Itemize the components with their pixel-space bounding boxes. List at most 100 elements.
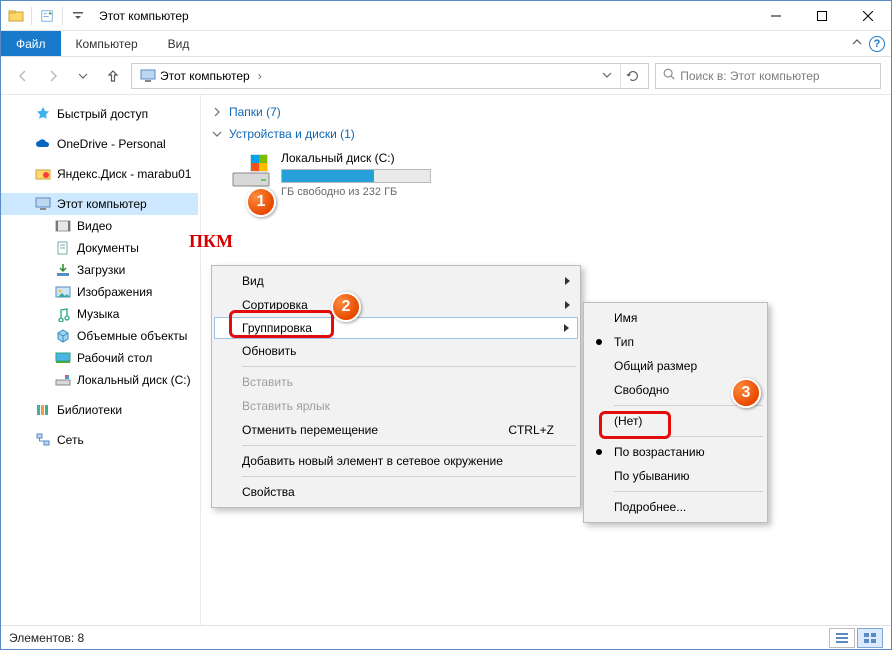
sidebar-item-yandex-disk[interactable]: Яндекс.Диск - marabu01 <box>1 163 198 185</box>
downloads-icon <box>55 262 71 278</box>
group-header-folders[interactable]: Папки (7) <box>211 101 881 123</box>
up-button[interactable] <box>101 64 125 88</box>
sidebar-item-downloads[interactable]: Загрузки <box>1 259 198 281</box>
ctx-item-properties[interactable]: Свойства <box>214 480 578 504</box>
ribbon: Файл Компьютер Вид ? <box>1 31 891 57</box>
separator <box>614 405 763 406</box>
chevron-right-icon <box>211 107 223 117</box>
ctx-item-add-network-location[interactable]: Добавить новый элемент в сетевое окружен… <box>214 449 578 473</box>
submenu-arrow-icon <box>565 301 570 309</box>
sidebar-label: Библиотеки <box>57 403 122 417</box>
group-label: Папки (7) <box>229 105 281 119</box>
view-mode-toggle <box>829 628 883 648</box>
address-bar[interactable]: Этот компьютер › <box>131 63 649 89</box>
shortcut-label: CTRL+Z <box>508 423 554 437</box>
radio-bullet-icon <box>596 449 602 455</box>
sidebar-item-quick-access[interactable]: Быстрый доступ <box>1 103 198 125</box>
ctx2-item-descending[interactable]: По убыванию <box>586 464 765 488</box>
sidebar-item-this-pc[interactable]: Этот компьютер <box>1 193 198 215</box>
ctx-item-refresh[interactable]: Обновить <box>214 339 578 363</box>
ctx2-item-type[interactable]: Тип <box>586 330 765 354</box>
refresh-icon[interactable] <box>620 64 644 88</box>
sidebar-item-3d-objects[interactable]: Объемные объекты <box>1 325 198 347</box>
sidebar-label: Изображения <box>77 285 152 299</box>
ctx-item-undo-move[interactable]: Отменить перемещениеCTRL+Z <box>214 418 578 442</box>
window-title: Этот компьютер <box>99 9 189 23</box>
close-button[interactable] <box>845 1 891 31</box>
forward-button[interactable] <box>41 64 65 88</box>
maximize-button[interactable] <box>799 1 845 31</box>
minimize-button[interactable] <box>753 1 799 31</box>
help-icon[interactable]: ? <box>869 36 885 52</box>
ctx-item-group[interactable]: Группировка <box>214 317 578 339</box>
sidebar-item-pictures[interactable]: Изображения <box>1 281 198 303</box>
network-icon <box>35 432 51 448</box>
sidebar-item-onedrive[interactable]: OneDrive - Personal <box>1 133 198 155</box>
ribbon-tab-computer[interactable]: Компьютер <box>61 31 153 56</box>
separator <box>614 491 763 492</box>
status-bar: Элементов: 8 <box>1 625 891 649</box>
ctx2-item-none[interactable]: (Нет) <box>586 409 765 433</box>
sidebar-label: OneDrive - Personal <box>57 137 166 151</box>
search-box[interactable]: Поиск в: Этот компьютер <box>655 63 881 89</box>
separator <box>242 476 576 477</box>
documents-icon <box>55 240 71 256</box>
qat-dropdown-icon[interactable] <box>69 5 87 27</box>
separator <box>62 7 63 25</box>
separator <box>614 436 763 437</box>
address-segment-label: Этот компьютер <box>160 69 250 83</box>
submenu-arrow-icon <box>565 277 570 285</box>
sidebar-item-desktop[interactable]: Рабочий стол <box>1 347 198 369</box>
separator <box>242 366 576 367</box>
desktop-icon <box>55 350 71 366</box>
address-dropdown-icon[interactable] <box>596 69 618 83</box>
ctx2-item-more[interactable]: Подробнее... <box>586 495 765 519</box>
yandex-disk-icon <box>35 166 51 182</box>
ribbon-tab-view[interactable]: Вид <box>153 31 205 56</box>
content-area[interactable]: Папки (7) Устройства и диски (1) <box>201 95 891 625</box>
navigation-row: Этот компьютер › Поиск в: Этот компьютер <box>1 57 891 95</box>
ctx2-item-total-size[interactable]: Общий размер <box>586 354 765 378</box>
quick-access-toolbar <box>1 5 87 27</box>
sidebar-label: Видео <box>77 219 112 233</box>
ctx2-item-ascending[interactable]: По возрастанию <box>586 440 765 464</box>
chevron-down-icon <box>211 129 223 139</box>
status-item-count: Элементов: 8 <box>9 631 84 645</box>
breadcrumb-separator-icon[interactable]: › <box>256 69 264 83</box>
ribbon-collapse-icon[interactable] <box>851 36 863 51</box>
sidebar-label: Быстрый доступ <box>57 107 148 121</box>
sidebar-label: Загрузки <box>77 263 125 277</box>
sidebar-item-music[interactable]: Музыка <box>1 303 198 325</box>
submenu-arrow-icon <box>564 324 569 332</box>
group-header-devices[interactable]: Устройства и диски (1) <box>211 123 881 145</box>
sidebar-item-libraries[interactable]: Библиотеки <box>1 399 198 421</box>
sidebar-item-documents[interactable]: Документы <box>1 237 198 259</box>
drive-tile-c[interactable]: Локальный диск (C:) ГБ свободно из 232 Г… <box>231 151 461 198</box>
sidebar-label: Объемные объекты <box>77 329 187 343</box>
sidebar-item-local-disk-c[interactable]: Локальный диск (C:) <box>1 369 198 391</box>
sidebar-label: Этот компьютер <box>57 197 147 211</box>
ctx-item-paste-shortcut: Вставить ярлык <box>214 394 578 418</box>
radio-bullet-icon <box>596 339 602 345</box>
ctx-item-view[interactable]: Вид <box>214 269 578 293</box>
context-menu-main: Вид Сортировка Группировка Обновить Вста… <box>211 265 581 508</box>
recent-dropdown-icon[interactable] <box>71 64 95 88</box>
sidebar-item-videos[interactable]: Видео <box>1 215 198 237</box>
sidebar-label: Документы <box>77 241 139 255</box>
cube-icon <box>55 328 71 344</box>
ctx2-item-free-space[interactable]: Свободно <box>586 378 765 402</box>
navigation-pane: Быстрый доступ OneDrive - Personal Яндек… <box>1 95 201 625</box>
address-segment-thispc[interactable]: Этот компьютер <box>136 64 254 88</box>
view-tiles-button[interactable] <box>857 628 883 648</box>
ribbon-tab-file[interactable]: Файл <box>1 31 61 56</box>
ctx-item-sort[interactable]: Сортировка <box>214 293 578 317</box>
sidebar-label: Яндекс.Диск - marabu01 <box>57 167 191 181</box>
sidebar-item-network[interactable]: Сеть <box>1 429 198 451</box>
properties-qat-icon[interactable] <box>38 5 56 27</box>
music-icon <box>55 306 71 322</box>
view-details-button[interactable] <box>829 628 855 648</box>
video-icon <box>55 218 71 234</box>
sidebar-label: Рабочий стол <box>77 351 152 365</box>
back-button[interactable] <box>11 64 35 88</box>
ctx2-item-name[interactable]: Имя <box>586 306 765 330</box>
